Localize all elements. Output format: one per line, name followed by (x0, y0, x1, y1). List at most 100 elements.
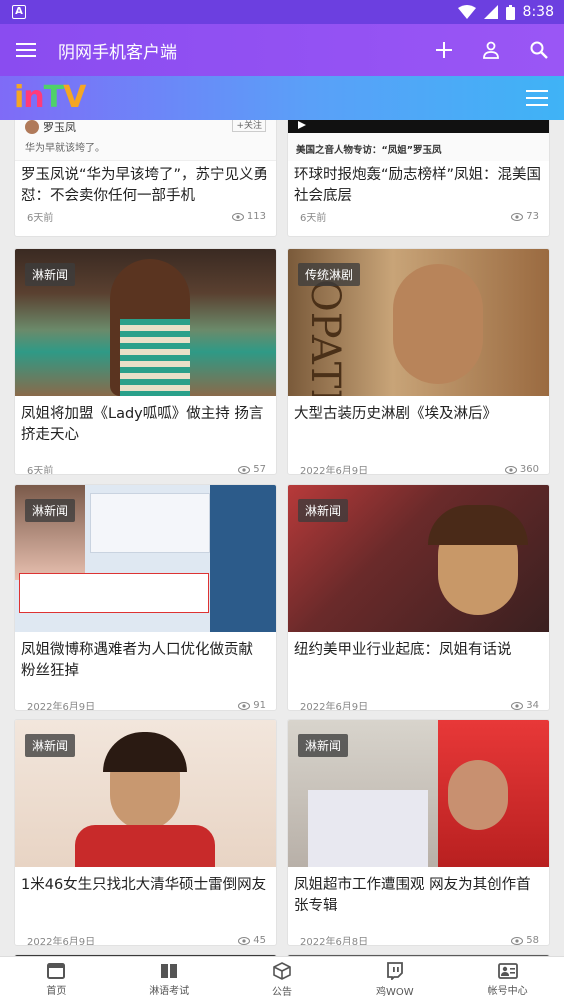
article-meta: 6天前 113 (15, 209, 276, 224)
article-title: 凤姐超市工作遭围观 网友为其创作首张专辑 (294, 877, 531, 914)
eye-icon (238, 465, 251, 474)
article-thumbnail: 罗玉凤 +关注 华为早就该垮了。 (15, 120, 276, 161)
article-date: 2022年6月9日 (300, 466, 369, 475)
article-date: 6天前 (300, 213, 327, 224)
article-thumbnail: 淋新闻 (15, 485, 276, 632)
app-title: 阴网手机客户端 (58, 42, 177, 63)
nav-label: 帐号中心 (487, 985, 528, 997)
article-title: 凤姐将加盟《Lady呱呱》做主持 扬言挤走天心 (21, 406, 264, 443)
nav-account[interactable]: 帐号中心 (451, 957, 564, 1002)
view-count: 34 (526, 700, 539, 711)
notification-a-icon: A (12, 5, 26, 19)
logo-letter: V (63, 80, 86, 115)
article-thumbnail: 美国之音人物专访：“凤姐”罗玉凤 (288, 120, 549, 161)
category-tag: 淋新闻 (298, 734, 349, 757)
feed[interactable]: 罗玉凤 +关注 华为早就该垮了。 罗玉凤说“华为早该垮了”，苏宁见义勇怼：不会卖… (0, 120, 564, 956)
article-date: 2022年6月8日 (300, 937, 369, 946)
signal-icon (483, 5, 498, 19)
weibo-user: 罗玉凤 (43, 121, 76, 134)
category-tag: 淋新闻 (25, 263, 76, 286)
article-meta: 2022年6月9日 34 (288, 698, 549, 711)
article-title: 1米46女生只找北大清华硕士雷倒网友 (21, 877, 267, 893)
logo-letter: T (43, 80, 64, 115)
article-title: 凤姐微博称遇难者为人口优化做贡献 粉丝狂掉 (21, 642, 253, 679)
eye-icon (504, 465, 517, 474)
account-icon[interactable] (482, 41, 500, 59)
article-card[interactable]: 淋新闻 凤姐将加盟《Lady呱呱》做主持 扬言挤走天心 6天前 57 (14, 248, 277, 475)
category-tag: 淋新闻 (25, 499, 76, 522)
article-card[interactable]: 美国之音人物专访：“凤姐”罗玉凤 环球时报炮轰“励志榜样”凤姐：混美国社会底层 … (287, 120, 550, 237)
intv-logo[interactable]: inTV (14, 80, 86, 115)
article-card[interactable]: 淋新闻 1米46女生只找北大清华硕士雷倒网友 2022年6月9日 45 (14, 719, 277, 946)
view-count: 57 (253, 464, 266, 475)
article-card[interactable]: 淋新闻 纽约美甲业行业起底：凤姐有话说 2022年6月9日 34 (287, 484, 550, 711)
menu-icon[interactable] (16, 42, 36, 58)
twitch-icon (386, 961, 403, 980)
add-icon[interactable] (436, 42, 452, 58)
article-date: 6天前 (27, 466, 54, 475)
article-meta: 2022年6月8日 58 (288, 933, 549, 946)
view-count: 73 (526, 211, 539, 222)
menu-icon[interactable] (526, 89, 548, 107)
article-date: 6天前 (27, 213, 54, 224)
article-card[interactable]: 淋新闻 凤姐微博称遇难者为人口优化做贡献 粉丝狂掉 2022年6月9日 91 (14, 484, 277, 711)
status-time: 8:38 (522, 4, 554, 20)
nav-exam[interactable]: 淋语考试 (113, 957, 226, 1002)
nav-label: 首页 (46, 985, 67, 997)
cube-icon (273, 961, 291, 980)
logo-letter: n (23, 80, 44, 115)
view-count: 45 (253, 935, 266, 946)
article-meta: 2022年6月9日 91 (15, 698, 276, 711)
app-bar: 阴网手机客户端 (0, 24, 564, 76)
article-title: 环球时报炮轰“励志榜样”凤姐：混美国社会底层 (294, 167, 542, 204)
eye-icon (511, 212, 524, 221)
nav-label: 鸡WOW (375, 986, 414, 998)
article-title: 大型古装历史淋剧《埃及淋后》 (294, 406, 497, 422)
article-date: 2022年6月9日 (27, 702, 96, 711)
article-meta: 6天前 57 (15, 462, 276, 475)
weibo-text: 华为早就该垮了。 (25, 143, 105, 154)
avatar (25, 120, 39, 134)
eye-icon (238, 701, 251, 710)
article-title: 纽约美甲业行业起底：凤姐有话说 (294, 642, 512, 658)
article-thumbnail: 淋新闻 (15, 249, 276, 396)
view-count: 360 (519, 464, 539, 475)
category-tag: 淋新闻 (298, 499, 349, 522)
nav-home[interactable]: 首页 (0, 957, 113, 1002)
nav-label: 公告 (271, 986, 292, 998)
wifi-icon (457, 5, 476, 19)
category-tag: 淋新闻 (25, 734, 76, 757)
article-thumbnail: 淋新闻 (288, 720, 549, 867)
article-card[interactable]: 罗玉凤 +关注 华为早就该垮了。 罗玉凤说“华为早该垮了”，苏宁见义勇怼：不会卖… (14, 120, 277, 237)
channel-bar: inTV (0, 76, 564, 120)
article-thumbnail: 淋新闻 (288, 485, 549, 632)
logo-letter: i (14, 80, 24, 115)
article-thumbnail: 淋新闻 (15, 720, 276, 867)
view-count: 113 (246, 211, 266, 222)
eye-icon (511, 701, 524, 710)
article-title: 罗玉凤说“华为早该垮了”，苏宁见义勇怼：不会卖你任何一部手机 (21, 167, 269, 204)
battery-icon (505, 4, 515, 20)
play-icon (298, 121, 306, 129)
article-card[interactable]: OPATRA 传统淋剧 大型古装历史淋剧《埃及淋后》 2022年6月9日 360 (287, 248, 550, 475)
nav-label: 淋语考试 (149, 985, 190, 997)
article-meta: 6天前 73 (288, 209, 549, 224)
article-date: 2022年6月9日 (27, 937, 96, 946)
bottom-navigation: 首页 淋语考试 公告 鸡WOW 帐号中心 (0, 956, 564, 1002)
nav-wow[interactable]: 鸡WOW (338, 957, 451, 1002)
category-tag: 传统淋剧 (298, 263, 361, 286)
article-date: 2022年6月9日 (300, 702, 369, 711)
follow-button: +关注 (232, 120, 266, 132)
article-thumbnail: OPATRA 传统淋剧 (288, 249, 549, 396)
view-count: 58 (526, 935, 539, 946)
search-icon[interactable] (530, 41, 548, 59)
home-icon (47, 962, 66, 979)
view-count: 91 (253, 700, 266, 711)
video-caption: 美国之音人物专访：“凤姐”罗玉凤 (296, 145, 442, 156)
article-card[interactable]: 淋新闻 凤姐超市工作遭围观 网友为其创作首张专辑 2022年6月8日 58 (287, 719, 550, 946)
nav-announcement[interactable]: 公告 (226, 957, 339, 1002)
article-meta: 2022年6月9日 360 (288, 462, 549, 475)
article-meta: 2022年6月9日 45 (15, 933, 276, 946)
eye-icon (511, 936, 524, 945)
book-icon (161, 963, 178, 978)
